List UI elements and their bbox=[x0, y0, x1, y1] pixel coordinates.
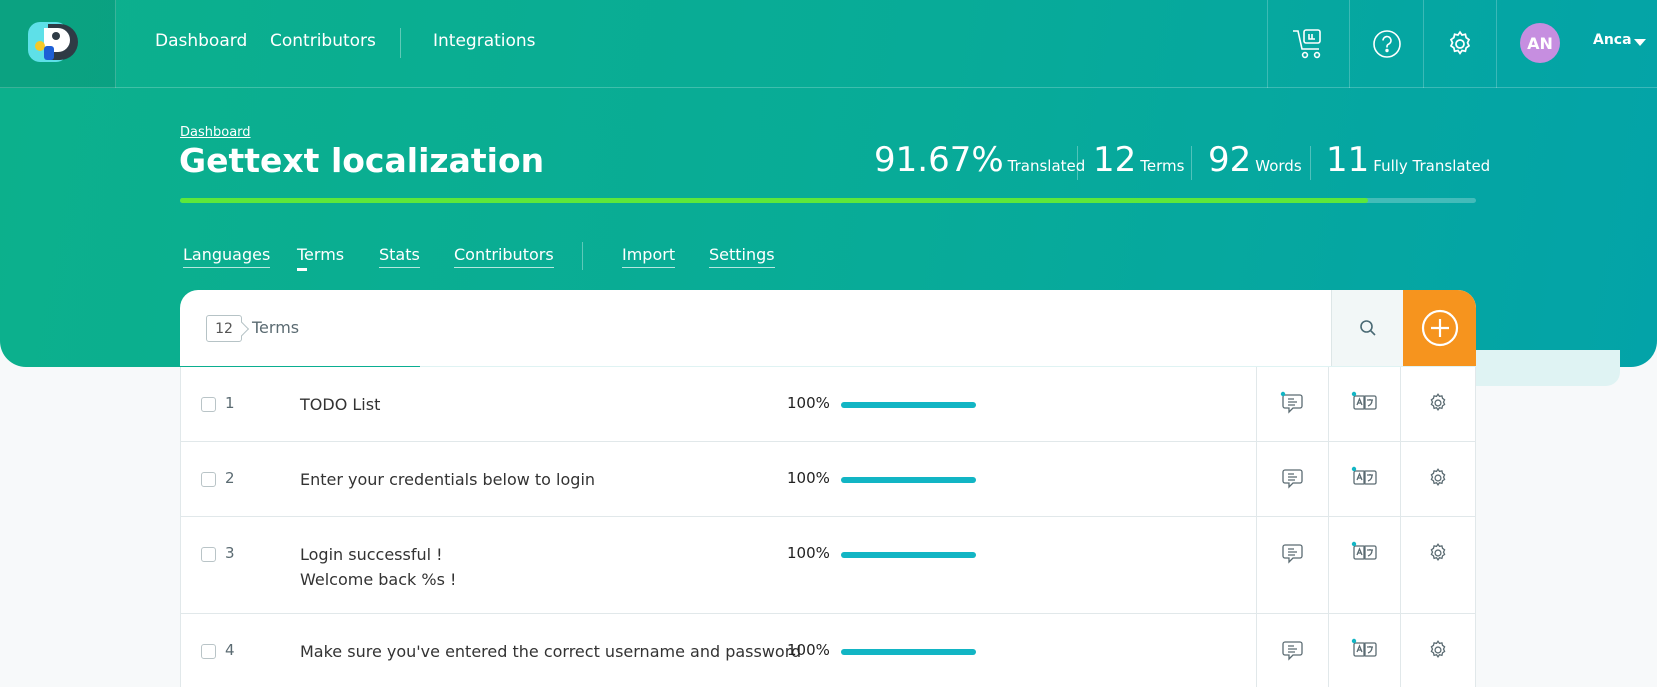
terms-count-badge: 12 bbox=[206, 315, 242, 342]
translation-progress-fill bbox=[180, 198, 1369, 203]
translations-button[interactable] bbox=[1328, 517, 1400, 613]
row-progress-bar bbox=[841, 649, 976, 655]
avatar[interactable]: AN bbox=[1520, 23, 1560, 63]
row-checkbox[interactable] bbox=[201, 472, 216, 487]
stat-terms: 12 Terms bbox=[1093, 140, 1185, 180]
translate-icon bbox=[1351, 541, 1377, 560]
table-row: 3 Login successful ! Welcome back %s ! 10… bbox=[181, 517, 1475, 614]
row-index: 4 bbox=[225, 641, 235, 659]
add-term-button[interactable] bbox=[1403, 290, 1476, 366]
comment-icon bbox=[1281, 641, 1303, 661]
row-percent: 100% bbox=[787, 544, 830, 562]
stat-divider bbox=[1310, 146, 1311, 180]
comment-icon bbox=[1280, 391, 1303, 414]
row-checkbox[interactable] bbox=[201, 547, 216, 562]
row-checkbox[interactable] bbox=[201, 644, 216, 659]
nav-divider bbox=[400, 28, 401, 58]
terms-count-label: Terms bbox=[252, 318, 300, 337]
row-progress-bar bbox=[841, 402, 976, 408]
logo-cell[interactable] bbox=[0, 0, 116, 88]
translate-icon bbox=[1351, 638, 1377, 657]
tab-import[interactable]: Import bbox=[622, 245, 676, 268]
plus-icon bbox=[1421, 309, 1458, 347]
tab-stats[interactable]: Stats bbox=[379, 245, 420, 268]
terms-table: 1 TODO List 100% 2 Enter your credential… bbox=[180, 367, 1476, 687]
comments-button[interactable] bbox=[1256, 442, 1328, 516]
translations-button[interactable] bbox=[1328, 442, 1400, 516]
table-row: 4 Make sure you've entered the correct u… bbox=[181, 614, 1475, 687]
tab-settings[interactable]: Settings bbox=[709, 245, 775, 268]
nav-dashboard[interactable]: Dashboard bbox=[155, 31, 247, 51]
comment-icon bbox=[1281, 544, 1303, 564]
page-title: Gettext localization bbox=[179, 141, 545, 180]
stat-words: 92 Words bbox=[1208, 140, 1302, 180]
term-text[interactable]: Login successful ! Welcome back %s ! bbox=[300, 542, 456, 592]
gear-icon bbox=[1430, 543, 1446, 561]
comments-button[interactable] bbox=[1256, 367, 1328, 441]
comments-button[interactable] bbox=[1256, 517, 1328, 613]
term-settings-button[interactable] bbox=[1400, 614, 1475, 687]
gear-icon bbox=[1449, 30, 1471, 55]
user-name[interactable]: Anca bbox=[1593, 32, 1632, 48]
row-index: 1 bbox=[225, 394, 235, 412]
stat-divider bbox=[1191, 146, 1192, 180]
nav-contributors[interactable]: Contributors bbox=[270, 31, 376, 51]
chevron-down-icon[interactable] bbox=[1634, 39, 1646, 46]
table-row: 2 Enter your credentials below to login … bbox=[181, 442, 1475, 517]
gear-icon bbox=[1430, 393, 1446, 411]
translate-icon bbox=[1351, 391, 1377, 410]
top-bar: Dashboard Contributors Integrations AN A… bbox=[0, 0, 1657, 88]
row-index: 2 bbox=[225, 469, 235, 487]
gear-icon bbox=[1430, 468, 1446, 486]
tab-divider bbox=[582, 242, 583, 270]
help-icon bbox=[1372, 30, 1401, 58]
stat-translated: 91.67% Translated bbox=[874, 140, 1086, 180]
cart-button[interactable] bbox=[1267, 0, 1349, 88]
comments-button[interactable] bbox=[1256, 614, 1328, 687]
table-row: 1 TODO List 100% bbox=[181, 367, 1475, 442]
row-checkbox[interactable] bbox=[201, 397, 216, 412]
help-button[interactable] bbox=[1349, 0, 1423, 88]
translate-icon bbox=[1351, 466, 1377, 485]
term-settings-button[interactable] bbox=[1400, 517, 1475, 613]
settings-button[interactable] bbox=[1423, 0, 1496, 88]
translations-button[interactable] bbox=[1328, 614, 1400, 687]
term-settings-button[interactable] bbox=[1400, 442, 1475, 516]
nav-integrations[interactable]: Integrations bbox=[433, 31, 536, 51]
term-text[interactable]: TODO List bbox=[300, 392, 380, 417]
row-progress-bar bbox=[841, 552, 976, 558]
stat-fully-translated: 11 Fully Translated bbox=[1326, 140, 1491, 180]
term-settings-button[interactable] bbox=[1400, 367, 1475, 441]
translation-progress-bar bbox=[180, 198, 1476, 203]
translations-button[interactable] bbox=[1328, 367, 1400, 441]
gear-icon bbox=[1430, 640, 1446, 658]
row-progress-bar bbox=[841, 477, 976, 483]
tab-languages[interactable]: Languages bbox=[183, 245, 271, 268]
term-text[interactable]: Enter your credentials below to login bbox=[300, 467, 595, 492]
stat-divider bbox=[1077, 146, 1078, 180]
comment-icon bbox=[1281, 469, 1303, 489]
row-percent: 100% bbox=[787, 469, 830, 487]
cart-icon bbox=[1292, 29, 1321, 59]
row-percent: 100% bbox=[787, 394, 830, 412]
tab-terms[interactable]: Terms bbox=[297, 245, 344, 271]
tab-contributors[interactable]: Contributors bbox=[454, 245, 554, 268]
parrot-logo-icon bbox=[28, 22, 78, 62]
breadcrumb[interactable]: Dashboard bbox=[180, 125, 251, 140]
row-percent: 100% bbox=[787, 641, 830, 659]
terms-card-header: 12 Terms bbox=[180, 290, 1476, 366]
search-button[interactable] bbox=[1331, 290, 1403, 366]
row-index: 3 bbox=[225, 544, 235, 562]
search-icon bbox=[1359, 320, 1376, 336]
term-text[interactable]: Make sure you've entered the correct use… bbox=[300, 639, 801, 664]
